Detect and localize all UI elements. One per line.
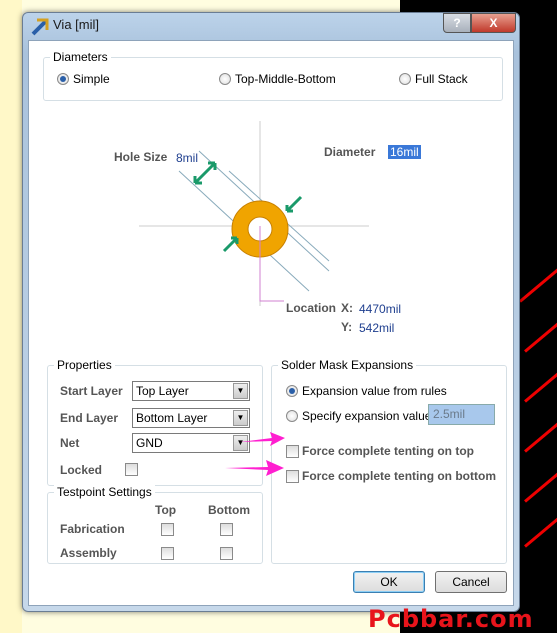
location-x-label: X: [341, 301, 353, 315]
annotation-arrows [225, 432, 285, 476]
location-y-label: Y: [341, 320, 353, 334]
top-middle-bottom-radio[interactable] [219, 73, 231, 85]
chevron-down-icon[interactable]: ▼ [233, 383, 248, 399]
location-x-value[interactable]: 4470mil [359, 302, 401, 316]
location-y-value[interactable]: 542mil [359, 321, 394, 335]
fabrication-top-checkbox[interactable] [161, 523, 174, 536]
hole-size-label: Hole Size [114, 150, 168, 164]
arrow-right-icon [225, 460, 284, 476]
dialog-body: Diameters Simple Top-Middle-Bottom Full … [28, 40, 514, 606]
testpoint-title: Testpoint Settings [54, 485, 155, 499]
window-title: Via [mil] [53, 17, 99, 32]
start-layer-value: Top Layer [136, 384, 189, 398]
specify-expansion-radio[interactable] [286, 410, 298, 422]
cancel-button[interactable]: Cancel [435, 571, 507, 593]
testpoint-bottom-header: Bottom [208, 503, 250, 517]
end-layer-value: Bottom Layer [136, 411, 208, 425]
location-label: Location [286, 301, 336, 315]
specify-expansion-label[interactable]: Specify expansion value [302, 409, 431, 423]
hole-size-arrow-icon [193, 161, 217, 185]
expansion-from-rules-radio[interactable] [286, 385, 298, 397]
diameters-title: Diameters [50, 50, 111, 64]
fabrication-label: Fabrication [60, 522, 125, 536]
close-button[interactable]: X [471, 13, 516, 33]
net-label: Net [60, 436, 80, 450]
end-layer-label: End Layer [60, 411, 119, 425]
diameters-group: Diameters Simple Top-Middle-Bottom Full … [43, 50, 503, 101]
end-layer-select[interactable]: Bottom Layer ▼ [132, 408, 250, 428]
expansion-value-input[interactable]: 2.5mil [428, 404, 495, 425]
expansion-from-rules-label[interactable]: Expansion value from rules [302, 384, 447, 398]
tent-top-label[interactable]: Force complete tenting on top [302, 444, 474, 458]
full-stack-radio[interactable] [399, 73, 411, 85]
watermark: Pcbbar.com [368, 605, 534, 633]
testpoint-group: Testpoint Settings Top Bottom Fabricatio… [47, 485, 263, 564]
assembly-label: Assembly [60, 546, 117, 560]
solder-mask-group: Solder Mask Expansions Expansion value f… [271, 358, 507, 564]
via-app-icon [31, 18, 49, 36]
chevron-down-icon[interactable]: ▼ [233, 410, 248, 426]
via-dialog: Via [mil] ? X Diameters Simple Top-Middl… [22, 12, 520, 612]
schematic-background [0, 0, 22, 633]
help-button[interactable]: ? [443, 13, 471, 33]
hole-size-value[interactable]: 8mil [176, 151, 198, 165]
testpoint-top-header: Top [155, 503, 177, 517]
assembly-top-checkbox[interactable] [161, 547, 174, 560]
fabrication-bottom-checkbox[interactable] [220, 523, 233, 536]
full-stack-label[interactable]: Full Stack [415, 72, 468, 86]
assembly-bottom-checkbox[interactable] [220, 547, 233, 560]
solder-mask-title: Solder Mask Expansions [278, 358, 417, 372]
diameter-value[interactable]: 16mil [388, 145, 421, 159]
locked-label: Locked [60, 463, 103, 477]
ok-button[interactable]: OK [353, 571, 425, 593]
top-middle-bottom-label[interactable]: Top-Middle-Bottom [235, 72, 336, 86]
start-layer-label: Start Layer [60, 384, 123, 398]
simple-label[interactable]: Simple [73, 72, 110, 86]
start-layer-select[interactable]: Top Layer ▼ [132, 381, 250, 401]
locked-checkbox[interactable] [125, 463, 138, 476]
arrow-right-icon [240, 432, 285, 446]
properties-title: Properties [54, 358, 115, 372]
diameter-label: Diameter [324, 145, 376, 159]
simple-radio[interactable] [57, 73, 69, 85]
diameter-arrow-icon [285, 195, 303, 213]
tent-bottom-label[interactable]: Force complete tenting on bottom [302, 469, 496, 483]
net-value: GND [136, 436, 163, 450]
